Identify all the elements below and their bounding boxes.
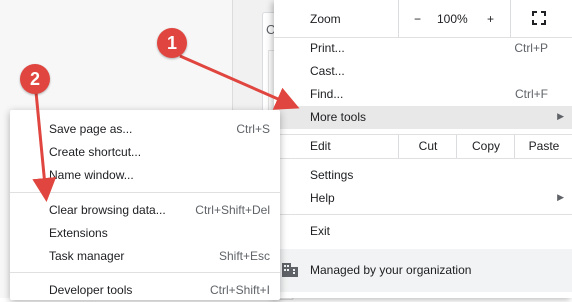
- step-2-badge: 2: [20, 64, 50, 94]
- menu-item-more-tools[interactable]: More tools ▶: [274, 106, 572, 129]
- building-icon: [282, 263, 298, 277]
- task-manager-shortcut: Shift+Esc: [218, 249, 270, 263]
- developer-tools-label: Developer tools: [49, 283, 133, 297]
- menu-item-exit[interactable]: Exit: [274, 220, 572, 243]
- submenu-item-task-manager[interactable]: Task manager Shift+Esc: [10, 245, 280, 268]
- clear-browsing-data-shortcut: Ctrl+Shift+Del: [195, 203, 270, 217]
- managed-by-organization[interactable]: Managed by your organization: [274, 249, 572, 292]
- find-shortcut: Ctrl+F: [515, 87, 548, 101]
- managed-label: Managed by your organization: [310, 263, 472, 277]
- zoom-out-button[interactable]: −: [414, 12, 421, 26]
- submenu-arrow-icon: ▶: [557, 111, 564, 121]
- edit-label: Edit: [310, 139, 331, 153]
- submenu-item-save-page[interactable]: Save page as... Ctrl+S: [10, 118, 280, 141]
- clear-browsing-data-label: Clear browsing data...: [49, 203, 166, 217]
- developer-tools-shortcut: Ctrl+Shift+I: [209, 283, 270, 297]
- copy-button[interactable]: Copy: [456, 135, 515, 158]
- fullscreen-icon[interactable]: [532, 11, 546, 25]
- step-1-badge: 1: [157, 28, 187, 58]
- print-shortcut: Ctrl+P: [514, 41, 548, 55]
- submenu-item-name-window[interactable]: Name window...: [10, 164, 280, 187]
- menu-item-find[interactable]: Find... Ctrl+F: [274, 83, 572, 106]
- name-window-label: Name window...: [49, 168, 134, 182]
- help-label: Help: [310, 191, 335, 205]
- menu-divider: [274, 158, 572, 159]
- more-tools-submenu: Save page as... Ctrl+S Create shortcut..…: [10, 110, 280, 300]
- menu-divider: [10, 192, 280, 193]
- create-shortcut-label: Create shortcut...: [49, 145, 142, 159]
- task-manager-label: Task manager: [49, 249, 125, 263]
- zoom-in-button[interactable]: +: [487, 12, 494, 26]
- menu-divider: [10, 272, 280, 273]
- find-label: Find...: [310, 87, 344, 101]
- print-label: Print...: [310, 41, 345, 55]
- zoom-level: 100%: [437, 12, 468, 26]
- menu-item-settings[interactable]: Settings: [274, 164, 572, 187]
- extensions-label: Extensions: [49, 226, 108, 240]
- menu-divider: [274, 214, 572, 215]
- paste-button[interactable]: Paste: [514, 135, 572, 158]
- save-page-label: Save page as...: [49, 122, 133, 136]
- chrome-main-menu: Zoom − 100% + Print... Ctrl+P Cast... Fi…: [274, 0, 572, 298]
- cut-button[interactable]: Cut: [398, 135, 457, 158]
- submenu-item-extensions[interactable]: Extensions: [10, 222, 280, 245]
- cast-label: Cast...: [310, 64, 345, 78]
- exit-label: Exit: [310, 224, 331, 238]
- submenu-item-clear-browsing-data[interactable]: Clear browsing data... Ctrl+Shift+Del: [10, 199, 280, 222]
- save-page-shortcut: Ctrl+S: [236, 122, 270, 136]
- menu-item-help[interactable]: Help ▶: [274, 187, 572, 210]
- settings-label: Settings: [310, 168, 354, 182]
- more-tools-label: More tools: [310, 110, 367, 124]
- submenu-item-developer-tools[interactable]: Developer tools Ctrl+Shift+I: [10, 279, 280, 302]
- menu-item-cast[interactable]: Cast...: [274, 60, 572, 83]
- zoom-label: Zoom: [310, 12, 341, 26]
- submenu-arrow-icon: ▶: [557, 192, 564, 202]
- zoom-row: Zoom − 100% +: [274, 0, 572, 37]
- submenu-item-create-shortcut[interactable]: Create shortcut...: [10, 141, 280, 164]
- menu-item-print[interactable]: Print... Ctrl+P: [274, 37, 572, 60]
